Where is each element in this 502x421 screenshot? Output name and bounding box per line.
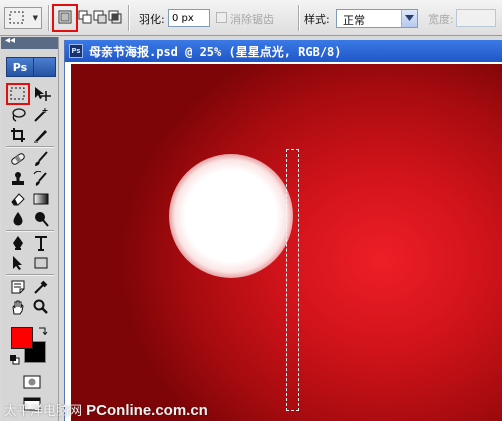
watermark: 太平洋电脑网 PConline.com.cn xyxy=(4,400,208,419)
feather-label: 羽化: xyxy=(139,13,165,26)
divider xyxy=(6,230,54,232)
text-icon xyxy=(35,236,47,251)
watermark-brand: PConline.com.cn xyxy=(86,402,208,419)
intersect-selection-icon xyxy=(108,10,122,24)
rectangular-selection-marquee[interactable] xyxy=(286,149,299,411)
magic-wand-icon xyxy=(34,108,48,122)
blur-icon xyxy=(13,212,23,226)
dodge-icon xyxy=(35,212,49,227)
default-colors-icon[interactable] xyxy=(10,355,20,365)
bandage-icon xyxy=(11,153,25,165)
toolbox: ◂◂ Ps xyxy=(1,35,59,421)
divider xyxy=(48,5,50,31)
brush-tool[interactable] xyxy=(30,149,52,169)
add-selection-icon xyxy=(78,10,92,24)
style-label: 样式: xyxy=(304,13,330,26)
pen-icon xyxy=(13,236,23,250)
new-selection-button[interactable] xyxy=(58,10,72,24)
blur-tool[interactable] xyxy=(7,209,29,229)
rect-marquee-icon xyxy=(9,11,24,24)
lasso-icon xyxy=(12,108,26,122)
chevron-down-icon xyxy=(405,15,414,21)
slice-icon xyxy=(34,130,47,143)
subtract-selection-icon xyxy=(93,10,107,24)
lasso-tool[interactable] xyxy=(7,105,29,125)
intersect-selection-button[interactable] xyxy=(108,10,122,24)
dodge-tool[interactable] xyxy=(30,209,52,229)
style-select-value: 正常 xyxy=(343,14,365,27)
add-to-selection-button[interactable] xyxy=(78,10,92,24)
stamp-icon xyxy=(12,172,24,185)
crop-icon xyxy=(11,128,25,142)
move-icon xyxy=(35,87,51,101)
eyedropper-tool[interactable] xyxy=(30,277,52,297)
swap-colors-icon[interactable] xyxy=(38,325,48,336)
rectangle-shape-tool[interactable] xyxy=(30,253,52,273)
document-title: 母亲节海报.psd @ 25% (星星点光, RGB/8) xyxy=(89,45,342,59)
divider xyxy=(128,5,130,31)
new-selection-icon xyxy=(58,10,72,24)
eraser-tool[interactable] xyxy=(7,189,29,209)
notes-icon xyxy=(11,280,25,294)
document-window: Ps 母亲节海报.psd @ 25% (星星点光, RGB/8) xyxy=(64,40,502,421)
gradient-icon xyxy=(33,193,49,205)
document-title-bar[interactable]: Ps 母亲节海报.psd @ 25% (星星点光, RGB/8) xyxy=(65,40,502,62)
watermark-cn: 太平洋电脑网 xyxy=(4,404,83,419)
rectangle-icon xyxy=(34,257,48,269)
crop-tool[interactable] xyxy=(7,125,29,145)
width-input[interactable] xyxy=(456,9,496,27)
hand-icon xyxy=(12,300,24,315)
image-canvas[interactable] xyxy=(71,64,502,421)
tool-preset-picker[interactable]: ▼ xyxy=(4,7,42,29)
gradient-tool[interactable] xyxy=(30,189,52,209)
notes-tool[interactable] xyxy=(7,277,29,297)
foreground-color-swatch[interactable] xyxy=(11,327,33,349)
feather-input[interactable] xyxy=(168,9,210,27)
glowing-light-orb xyxy=(169,154,293,278)
slice-tool[interactable] xyxy=(30,125,52,145)
zoom-icon xyxy=(33,299,48,314)
clone-stamp-tool[interactable] xyxy=(7,169,29,189)
options-bar: ▼ 羽化: 消除锯齿 样式: 正常 宽度: xyxy=(0,0,502,36)
text-tool[interactable] xyxy=(30,233,52,253)
eraser-icon xyxy=(11,193,25,206)
antialias-label: 消除锯齿 xyxy=(230,13,274,26)
magic-wand-tool[interactable] xyxy=(30,105,52,125)
zoom-tool[interactable] xyxy=(30,297,52,317)
collapse-icon: ◂◂ xyxy=(5,35,16,46)
divider xyxy=(6,274,54,276)
width-label: 宽度: xyxy=(428,13,454,26)
photoshop-document-icon: Ps xyxy=(69,44,83,58)
subtract-from-selection-button[interactable] xyxy=(93,10,107,24)
move-tool[interactable] xyxy=(30,84,52,104)
divider xyxy=(6,146,54,148)
brush-icon xyxy=(35,151,48,166)
chevron-down-icon: ▼ xyxy=(32,14,38,22)
pen-tool[interactable] xyxy=(7,233,29,253)
quick-mask-icon xyxy=(23,375,41,389)
logo-bar xyxy=(34,57,56,77)
divider xyxy=(298,5,300,31)
quick-mask-button[interactable] xyxy=(20,373,42,393)
healing-brush-tool[interactable] xyxy=(7,149,29,169)
style-select[interactable]: 正常 xyxy=(336,9,418,28)
arrow-pointer-icon xyxy=(13,256,22,270)
rect-marquee-icon xyxy=(10,87,25,100)
dropdown-button[interactable] xyxy=(401,10,417,27)
rect-marquee-tool[interactable] xyxy=(7,84,29,104)
photoshop-logo[interactable]: Ps xyxy=(6,57,34,77)
history-brush-tool[interactable] xyxy=(30,169,52,189)
history-brush-icon xyxy=(33,171,47,186)
hand-tool[interactable] xyxy=(7,297,29,317)
eyedropper-icon xyxy=(34,280,48,294)
antialias-checkbox[interactable] xyxy=(216,12,227,23)
toolbox-header[interactable]: ◂◂ xyxy=(1,35,58,49)
path-selection-tool[interactable] xyxy=(7,253,29,273)
